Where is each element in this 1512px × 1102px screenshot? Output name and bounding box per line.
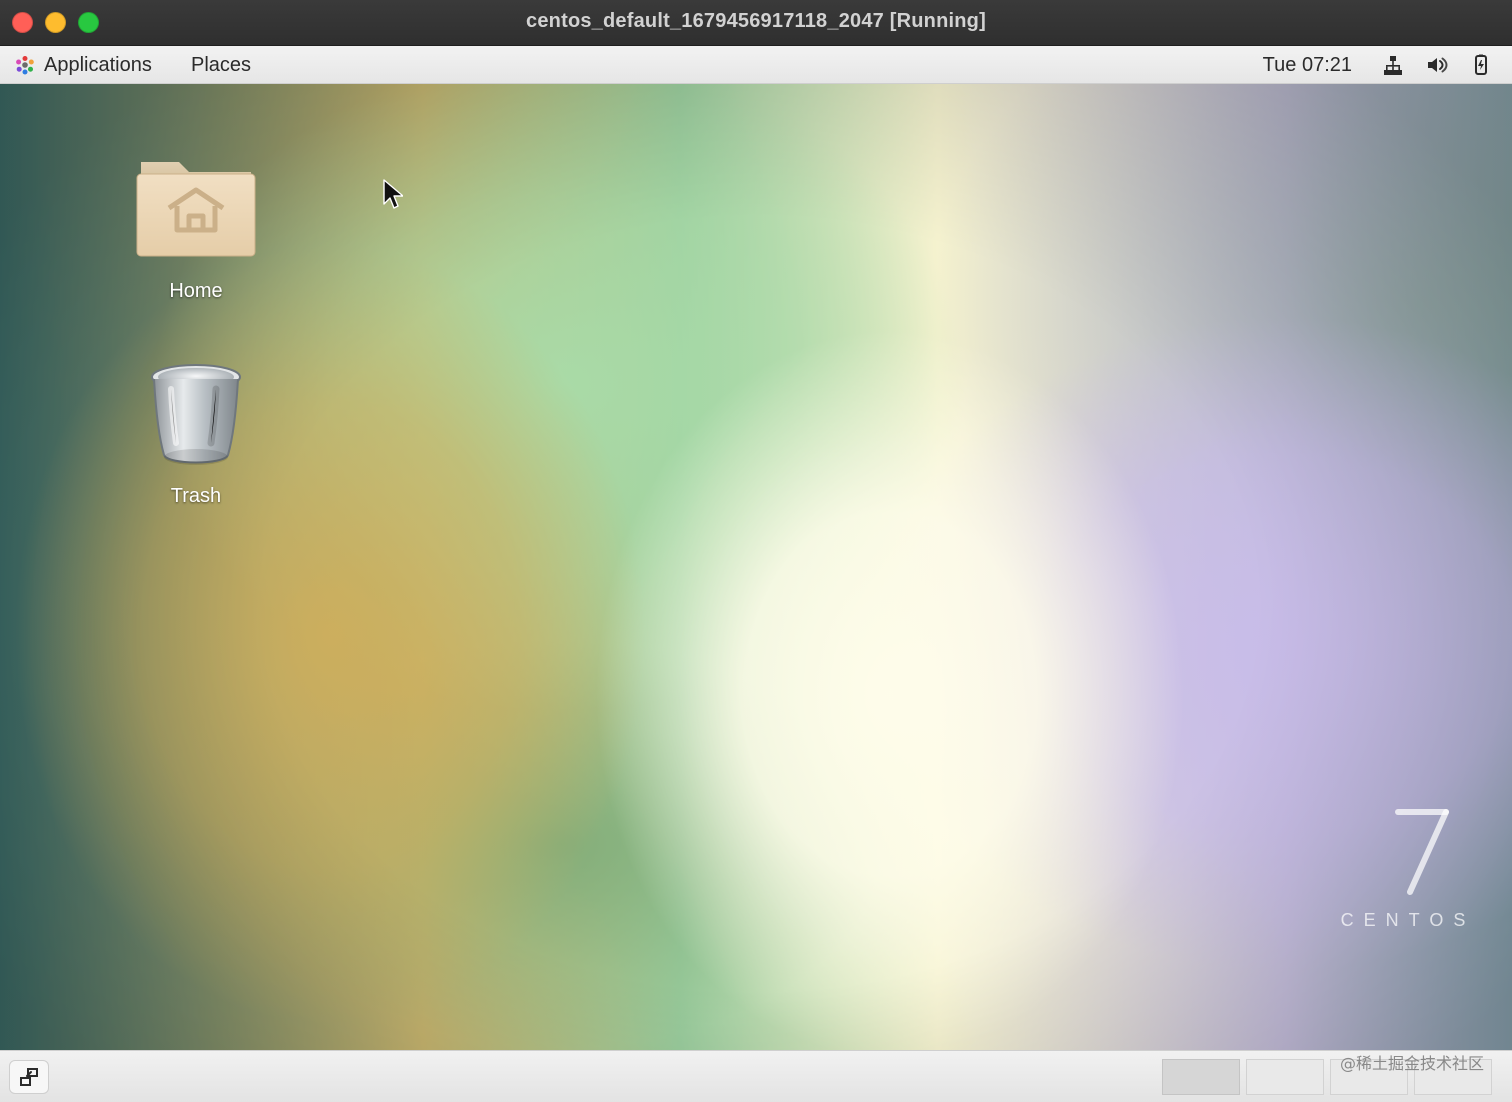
trash-icon (151, 364, 241, 465)
workspace-2[interactable] (1246, 1059, 1324, 1095)
workspace-1[interactable] (1162, 1059, 1240, 1095)
centos-number-icon: 7 (1395, 809, 1449, 895)
mouse-pointer-icon (383, 179, 403, 209)
places-label: Places (191, 54, 252, 76)
desktop-home[interactable]: Home (116, 144, 276, 303)
desktop-trash-label: Trash (170, 485, 222, 507)
desktop-home-label: Home (169, 280, 223, 302)
gnome-bottom-panel (0, 1050, 1512, 1102)
window-title: centos_default_1679456917118_2047 [Runni… (526, 10, 986, 32)
workspace-3[interactable] (1330, 1059, 1408, 1095)
desktop-area: Home Trash 7 CENTOS (0, 84, 1512, 1050)
clock[interactable]: Tue 07:21 (1263, 54, 1362, 77)
centos-branding: 7 CENTOS (1328, 800, 1488, 940)
network-icon[interactable] (1380, 52, 1406, 78)
centos-wordmark: CENTOS (1340, 910, 1476, 930)
status-area: Tue 07:21 (1263, 52, 1494, 78)
centos-number: 7 (1408, 839, 1409, 841)
places-menu[interactable]: Places (185, 52, 257, 78)
battery-icon[interactable] (1468, 52, 1494, 78)
volume-icon[interactable] (1424, 52, 1450, 78)
workspace-4[interactable] (1414, 1059, 1492, 1095)
gnome-top-panel: Applications Places Tue 07:21 (0, 46, 1512, 84)
desktop-trash[interactable]: Trash (116, 359, 276, 508)
applications-label: Applications (44, 54, 152, 76)
home-folder-icon (136, 162, 256, 257)
window-titlebar: centos_default_1679456917118_2047 [Runni… (0, 0, 1512, 46)
workspace-switcher[interactable] (1162, 1059, 1492, 1095)
applications-icon (14, 54, 36, 76)
virtualbox-window: centos_default_1679456917118_2047 [Runni… (0, 0, 1512, 1102)
applications-menu[interactable]: Applications (8, 52, 158, 78)
show-desktop-icon (20, 1068, 38, 1086)
show-desktop-button[interactable] (9, 1060, 49, 1094)
